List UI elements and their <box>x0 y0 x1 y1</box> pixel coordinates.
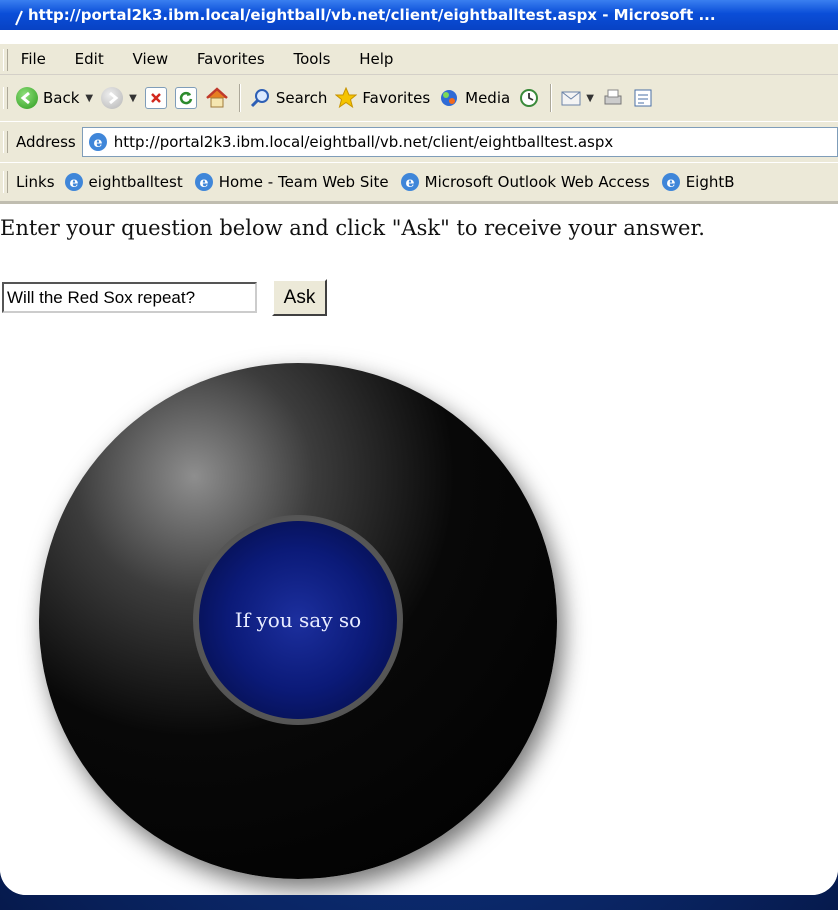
ie-link-icon: e <box>194 173 213 191</box>
forward-button[interactable]: ▼ <box>101 80 137 116</box>
toolbar-separator <box>550 84 553 112</box>
svg-text:e: e <box>199 175 208 191</box>
home-button[interactable] <box>205 80 229 116</box>
menu-help[interactable]: Help <box>359 44 393 74</box>
back-dropdown-icon[interactable]: ▼ <box>85 93 93 104</box>
mail-icon <box>561 91 581 106</box>
question-input[interactable] <box>2 282 257 313</box>
links-grip <box>3 171 8 193</box>
link-eightball[interactable]: e EightB <box>660 171 735 193</box>
back-arrow-icon <box>16 87 38 109</box>
search-icon <box>250 89 269 108</box>
browser-window: http://portal2k3.ibm.local/eightball/vb.… <box>0 0 838 895</box>
link-outlook-web-access[interactable]: e Microsoft Outlook Web Access <box>399 171 650 193</box>
link-label: EightB <box>685 173 735 191</box>
address-url: http://portal2k3.ibm.local/eightball/vb.… <box>113 133 614 151</box>
svg-text:e: e <box>69 175 78 191</box>
print-button[interactable] <box>602 80 624 116</box>
menu-favorites[interactable]: Favorites <box>197 44 265 74</box>
forward-dropdown-icon[interactable]: ▼ <box>129 93 137 104</box>
menu-bar: File Edit View Favorites Tools Help <box>0 44 838 75</box>
magic-eight-ball: If you say so <box>39 363 557 879</box>
media-icon <box>441 90 458 106</box>
toolbar-separator <box>238 84 241 112</box>
svg-text:e: e <box>405 175 414 191</box>
history-icon <box>520 89 539 107</box>
home-icon <box>205 87 228 108</box>
link-home-team-web-site[interactable]: e Home - Team Web Site <box>193 171 389 193</box>
favorites-button[interactable]: Favorites <box>335 80 430 116</box>
menu-tools[interactable]: Tools <box>293 44 330 74</box>
link-label: Microsoft Outlook Web Access <box>424 173 650 191</box>
ie-link-icon: e <box>64 173 83 191</box>
favorites-label: Favorites <box>362 89 431 107</box>
stop-button[interactable] <box>144 80 167 116</box>
links-label: Links <box>16 173 55 191</box>
refresh-button[interactable] <box>174 80 197 116</box>
window-title: http://portal2k3.ibm.local/eightball/vb.… <box>28 6 716 24</box>
svg-text:e: e <box>93 135 102 151</box>
svg-text:e: e <box>666 175 675 191</box>
edit-icon <box>634 89 652 107</box>
links-bar: Links e eightballtest e Home - Team Web … <box>0 163 838 204</box>
forward-arrow-icon <box>101 87 124 109</box>
ask-button[interactable]: Ask <box>272 279 327 316</box>
menu-edit[interactable]: Edit <box>75 44 104 74</box>
edit-button[interactable] <box>632 80 654 116</box>
link-label: eightballtest <box>88 173 183 191</box>
search-button[interactable]: Search <box>249 80 328 116</box>
answer-window: If you say so <box>193 515 403 725</box>
page-content: Enter your question below and click "Ask… <box>0 204 838 895</box>
star-icon <box>335 87 358 109</box>
back-button[interactable]: Back ▼ <box>16 80 93 116</box>
print-icon <box>604 89 622 105</box>
address-label: Address <box>16 133 76 151</box>
stop-icon <box>144 87 167 109</box>
address-grip <box>3 131 8 153</box>
answer-window-inner: If you say so <box>199 521 397 719</box>
standard-toolbar: Back ▼ ▼ Search Favorites Media ▼ <box>0 75 838 121</box>
menu-file[interactable]: File <box>21 44 46 74</box>
mail-button[interactable]: ▼ <box>560 80 594 116</box>
ie-page-icon: e <box>88 133 107 151</box>
mail-dropdown-icon[interactable]: ▼ <box>586 93 594 104</box>
ie-link-icon: e <box>400 173 419 191</box>
menu-grip <box>3 48 8 71</box>
refresh-icon <box>174 87 197 109</box>
instructions-text: Enter your question below and click "Ask… <box>0 216 705 240</box>
address-field[interactable]: e http://portal2k3.ibm.local/eightball/v… <box>81 127 838 157</box>
toolbar-grip <box>3 87 8 109</box>
address-bar: Address e http://portal2k3.ibm.local/eig… <box>0 121 838 162</box>
ie-link-icon: e <box>661 173 680 191</box>
menu-view[interactable]: View <box>133 44 169 74</box>
media-label: Media <box>465 89 511 107</box>
back-label: Back <box>43 89 80 107</box>
media-button[interactable]: Media <box>438 80 510 116</box>
title-bar: http://portal2k3.ibm.local/eightball/vb.… <box>0 0 838 30</box>
link-label: Home - Team Web Site <box>218 173 389 191</box>
ie-window-icon <box>14 7 24 25</box>
answer-text: If you say so <box>234 608 362 632</box>
history-button[interactable] <box>518 80 540 116</box>
search-label: Search <box>275 89 328 107</box>
link-eightballtest[interactable]: e eightballtest <box>63 171 183 193</box>
